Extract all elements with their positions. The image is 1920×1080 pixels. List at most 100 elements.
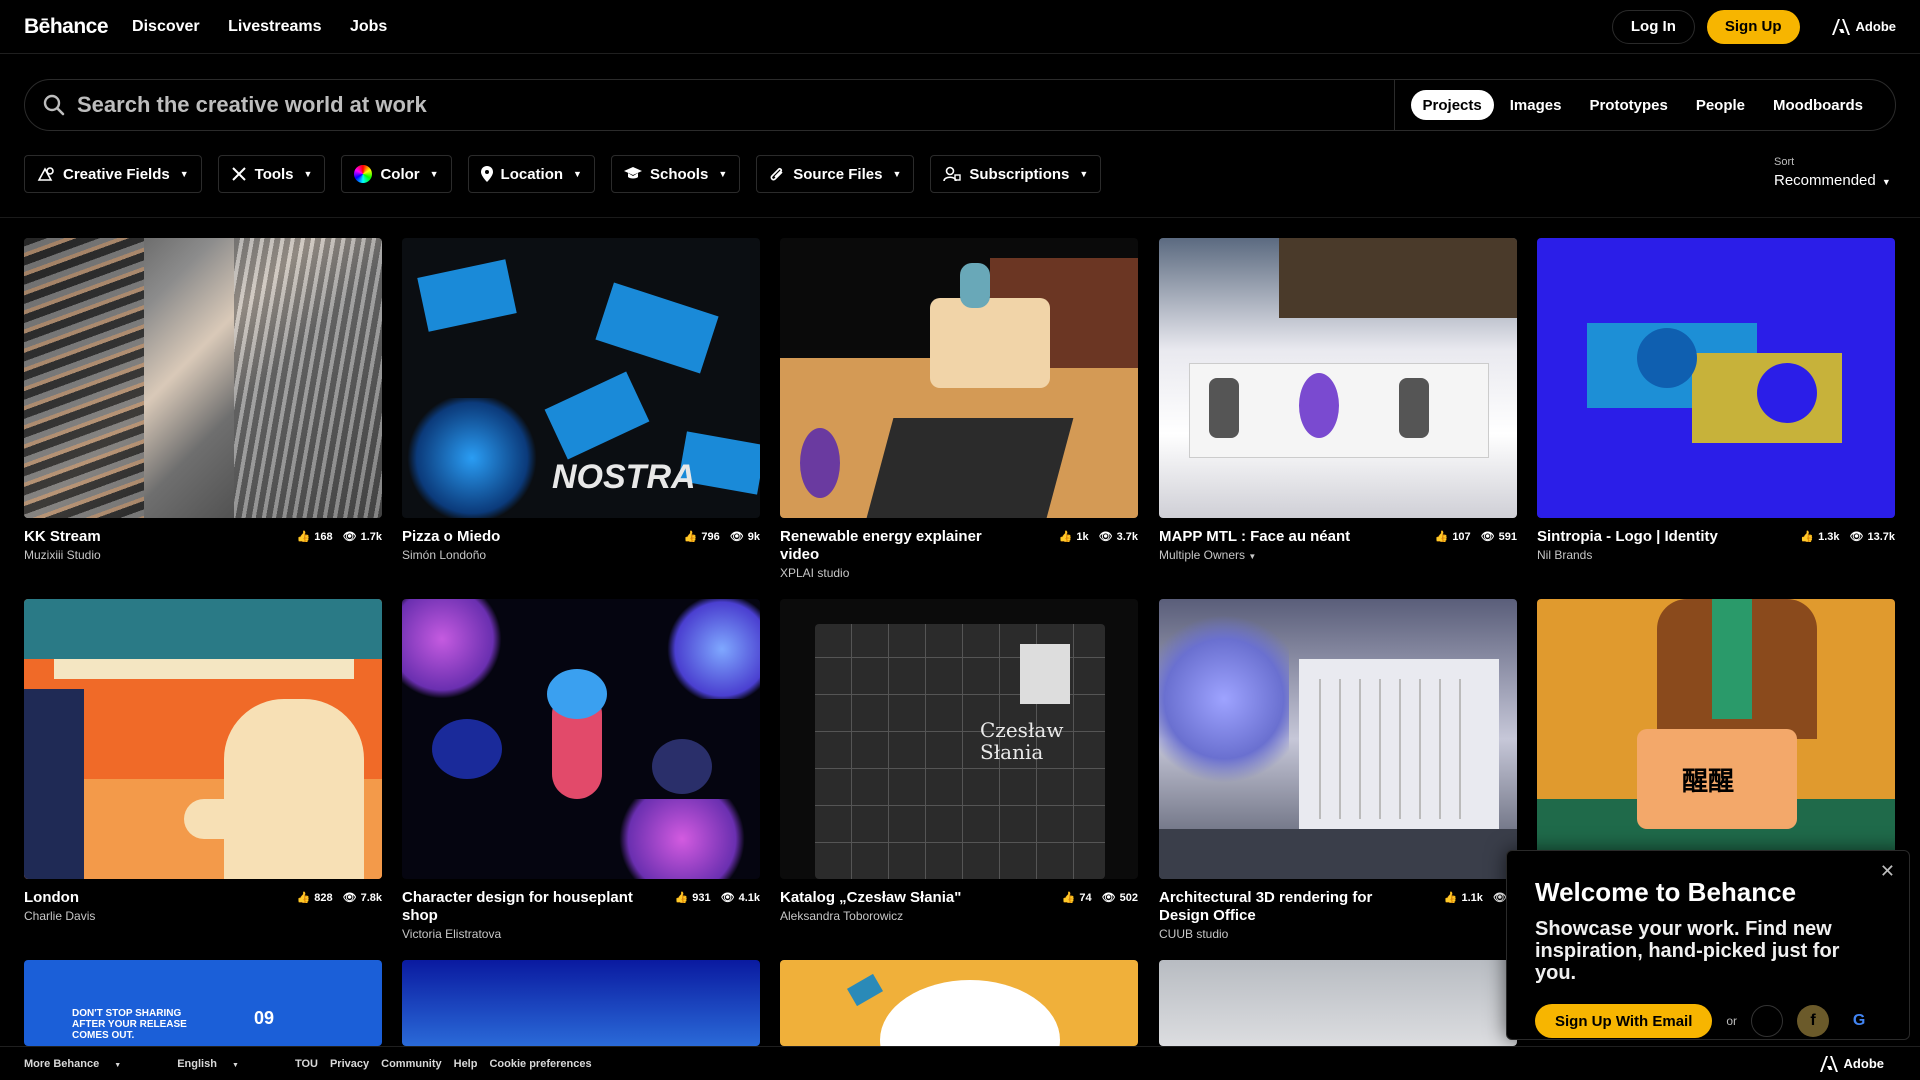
filter-creative-fields[interactable]: Creative Fields ▼ bbox=[24, 155, 202, 193]
thumbs-up-icon: 👍 bbox=[296, 892, 311, 904]
behance-logo[interactable]: Bēhance bbox=[24, 15, 109, 39]
project-owner[interactable]: Charlie Davis bbox=[24, 909, 382, 923]
project-owner[interactable]: Victoria Elistratova bbox=[402, 927, 760, 941]
eye-icon: 👁 bbox=[1849, 531, 1864, 543]
eye-icon: 👁 bbox=[342, 531, 357, 543]
project-card[interactable]: DON'T STOP SHARING AFTER YOUR RELEASE CO… bbox=[24, 960, 382, 1046]
search-input[interactable] bbox=[77, 92, 1377, 118]
thumbnail-text: DON'T STOP SHARING AFTER YOUR RELEASE CO… bbox=[72, 1008, 187, 1041]
project-owner[interactable]: Multiple Owners ▼ bbox=[1159, 548, 1517, 562]
project-owner[interactable]: Nil Brands bbox=[1537, 548, 1895, 562]
project-card[interactable]: Sintropia - Logo | Identity 👍 1.3k 👁 13.7k … bbox=[1537, 238, 1895, 562]
footer-link-privacy[interactable]: Privacy bbox=[330, 1058, 369, 1070]
filter-label: Color bbox=[380, 165, 420, 183]
filter-color[interactable]: Color ▼ bbox=[341, 155, 452, 193]
project-card[interactable]: NOSTRA Pizza o Miedo 👍 796 👁 9k Simón Londo… bbox=[402, 238, 760, 562]
project-card[interactable]: 醒醒 bbox=[1537, 599, 1895, 879]
signup-button[interactable]: Sign Up bbox=[1706, 9, 1800, 44]
eye-icon: 👁 bbox=[1101, 892, 1116, 904]
filter-schools[interactable]: Schools ▼ bbox=[610, 155, 741, 193]
project-card[interactable]: KK Stream 👍 168 👁 1.7k Muzixiii Studio bbox=[24, 238, 382, 562]
project-title[interactable]: Katalog „Czesław Słania" bbox=[780, 889, 961, 907]
project-thumbnail[interactable]: Czesław Słania bbox=[780, 599, 1138, 879]
footer-link-cookies[interactable]: Cookie preferences bbox=[489, 1058, 591, 1070]
nav-livestreams[interactable]: Livestreams bbox=[228, 18, 321, 35]
sort-value: Recommended ▼ bbox=[1774, 172, 1891, 189]
footer-link-help[interactable]: Help bbox=[454, 1058, 478, 1070]
project-card[interactable] bbox=[402, 960, 760, 1046]
tab-prototypes[interactable]: Prototypes bbox=[1577, 90, 1679, 120]
project-thumbnail[interactable]: DON'T STOP SHARING AFTER YOUR RELEASE CO… bbox=[24, 960, 382, 1046]
more-behance-menu[interactable]: More Behance ▼ bbox=[24, 1058, 133, 1070]
project-owner[interactable]: Muzixiii Studio bbox=[24, 548, 382, 562]
project-thumbnail[interactable] bbox=[402, 960, 760, 1046]
creative-fields-icon bbox=[37, 167, 54, 181]
subscriptions-icon bbox=[943, 166, 962, 182]
project-owner[interactable]: CUUB studio bbox=[1159, 927, 1517, 941]
graduation-cap-icon bbox=[623, 167, 642, 179]
filter-label: Tools bbox=[254, 165, 294, 183]
footer-adobe-link[interactable]: Adobe bbox=[1819, 1055, 1896, 1072]
project-card[interactable]: Czesław Słania Katalog „Czesław Słania" … bbox=[780, 599, 1138, 923]
project-thumbnail[interactable] bbox=[780, 960, 1138, 1046]
footer: More Behance ▼ English ▼ TOU Privacy Com… bbox=[0, 1046, 1920, 1080]
project-title[interactable]: Renewable energy explainer video bbox=[780, 528, 1020, 564]
project-title[interactable]: Architectural 3D rendering for Design Of… bbox=[1159, 889, 1399, 925]
project-title[interactable]: KK Stream bbox=[24, 528, 101, 546]
sort-dropdown[interactable]: Sort Recommended ▼ bbox=[1774, 156, 1891, 189]
top-bar: Bēhance Discover Livestreams Jobs Log In… bbox=[0, 0, 1920, 54]
apple-signin-button[interactable] bbox=[1751, 1005, 1784, 1037]
project-thumbnail[interactable] bbox=[402, 599, 760, 879]
tools-icon bbox=[231, 167, 246, 181]
project-owner[interactable]: XPLAI studio bbox=[780, 566, 1138, 580]
chevron-down-icon: ▼ bbox=[1248, 552, 1257, 561]
filter-subscriptions[interactable]: Subscriptions ▼ bbox=[930, 155, 1102, 193]
tab-moodboards[interactable]: Moodboards bbox=[1761, 90, 1875, 120]
chevron-down-icon: ▼ bbox=[718, 169, 728, 179]
project-card[interactable] bbox=[780, 960, 1138, 1046]
nav-discover[interactable]: Discover bbox=[132, 18, 200, 35]
project-thumbnail[interactable] bbox=[24, 238, 382, 518]
tab-people[interactable]: People bbox=[1684, 90, 1757, 120]
project-thumbnail[interactable] bbox=[1537, 238, 1895, 518]
project-title[interactable]: London bbox=[24, 889, 79, 907]
project-thumbnail[interactable]: 醒醒 bbox=[1537, 599, 1895, 879]
project-owner[interactable]: Aleksandra Toborowicz bbox=[780, 909, 1138, 923]
nav-jobs[interactable]: Jobs bbox=[350, 18, 387, 35]
project-card[interactable]: Renewable energy explainer video 👍 1k 👁 3.7… bbox=[780, 238, 1138, 580]
project-thumbnail[interactable] bbox=[1159, 599, 1517, 879]
project-card[interactable]: Architectural 3D rendering for Design Of… bbox=[1159, 599, 1517, 941]
project-title[interactable]: Sintropia - Logo | Identity bbox=[1537, 528, 1718, 546]
adobe-link[interactable]: Adobe bbox=[1831, 18, 1896, 35]
facebook-signin-button[interactable]: f bbox=[1797, 1005, 1830, 1037]
project-owner[interactable]: Simón Londoño bbox=[402, 548, 760, 562]
google-signin-button[interactable]: G bbox=[1843, 1005, 1876, 1037]
project-card[interactable]: London 👍 828 👁 7.8k Charlie Davis bbox=[24, 599, 382, 923]
project-card[interactable]: Character design for houseplant shop 👍 93… bbox=[402, 599, 760, 941]
filter-location[interactable]: Location ▼ bbox=[467, 155, 595, 193]
login-button[interactable]: Log In bbox=[1611, 9, 1695, 44]
project-card[interactable] bbox=[1159, 960, 1517, 1046]
project-title[interactable]: Character design for houseplant shop bbox=[402, 889, 642, 925]
footer-link-tou[interactable]: TOU bbox=[295, 1058, 318, 1070]
divider bbox=[0, 217, 1920, 218]
project-title[interactable]: Pizza o Miedo bbox=[402, 528, 500, 546]
eye-icon: 👁 bbox=[1492, 892, 1507, 904]
language-selector[interactable]: English ▼ bbox=[177, 1058, 251, 1070]
project-thumbnail[interactable]: NOSTRA bbox=[402, 238, 760, 518]
project-thumbnail[interactable] bbox=[24, 599, 382, 879]
filter-tools[interactable]: Tools ▼ bbox=[217, 155, 326, 193]
tab-images[interactable]: Images bbox=[1498, 90, 1574, 120]
project-thumbnail[interactable] bbox=[1159, 238, 1517, 518]
project-card[interactable]: MAPP MTL : Face au néant 👍 107 👁 591 Multip… bbox=[1159, 238, 1517, 562]
thumbs-up-icon: 👍 bbox=[674, 892, 689, 904]
project-thumbnail[interactable] bbox=[1159, 960, 1517, 1046]
project-title[interactable]: MAPP MTL : Face au néant bbox=[1159, 528, 1350, 546]
tab-projects[interactable]: Projects bbox=[1410, 90, 1494, 120]
footer-link-community[interactable]: Community bbox=[381, 1058, 442, 1070]
filter-label: Subscriptions bbox=[969, 165, 1070, 183]
signup-email-button[interactable]: Sign Up With Email bbox=[1535, 1004, 1713, 1038]
close-icon[interactable]: ✕ bbox=[1880, 861, 1895, 882]
project-thumbnail[interactable] bbox=[780, 238, 1138, 518]
filter-source-files[interactable]: Source Files ▼ bbox=[756, 155, 915, 193]
